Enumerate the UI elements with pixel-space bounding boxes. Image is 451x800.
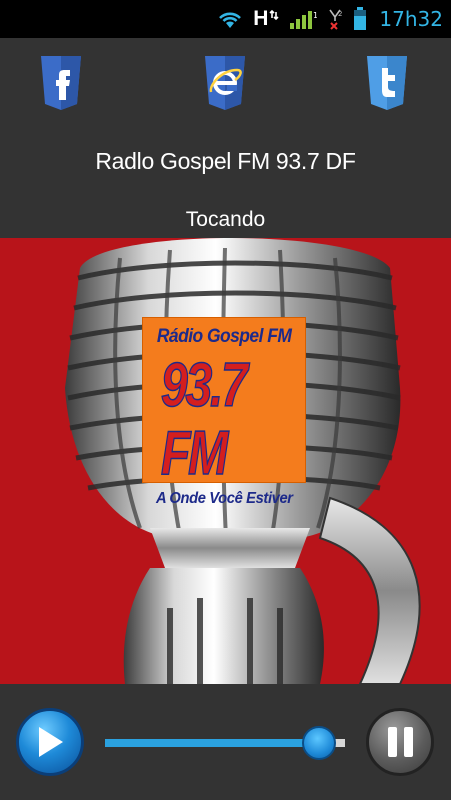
logo-station-name: Rádio Gospel FM (156, 326, 292, 347)
logo-tagline: A Onde Você Estiver (155, 490, 293, 507)
twitter-button[interactable] (363, 56, 411, 110)
twitter-icon (367, 56, 407, 110)
svg-text:2: 2 (338, 10, 342, 18)
station-title: Radlo Gospel FM 93.7 DF (95, 148, 356, 174)
signal-icon: 1 (289, 8, 317, 30)
internet-explorer-icon (205, 56, 245, 110)
facebook-icon (41, 56, 81, 110)
no-signal-icon: 2 (327, 8, 343, 30)
facebook-button[interactable] (37, 56, 85, 110)
svg-text:1: 1 (313, 11, 317, 20)
network-letter: H (253, 7, 269, 30)
pause-icon (387, 727, 397, 757)
internet-explorer-button[interactable] (201, 56, 249, 110)
status-time: 17h32 (379, 7, 443, 31)
wifi-icon (217, 9, 243, 29)
playback-status: Tocando (185, 208, 266, 231)
station-artwork: Rádio Gospel FM 93.7 FM A Onde Você Esti… (0, 238, 451, 684)
battery-icon (353, 7, 367, 31)
player-controls (0, 684, 451, 800)
volume-slider-thumb[interactable] (302, 726, 336, 760)
pause-icon-bar (403, 727, 413, 757)
station-logo: Rádio Gospel FM 93.7 FM A Onde Você Esti… (142, 317, 306, 507)
volume-slider[interactable] (105, 726, 345, 760)
volume-slider-fill (105, 739, 319, 747)
play-icon (39, 727, 63, 757)
pause-button[interactable] (366, 708, 434, 776)
logo-frequency: 93.7 FM (160, 351, 248, 489)
play-button[interactable] (16, 708, 84, 776)
status-bar: H 1 2 17h32 (0, 0, 451, 38)
h-network-icon: H (253, 7, 279, 31)
header: Radlo Gospel FM 93.7 DF Tocando (0, 38, 451, 238)
